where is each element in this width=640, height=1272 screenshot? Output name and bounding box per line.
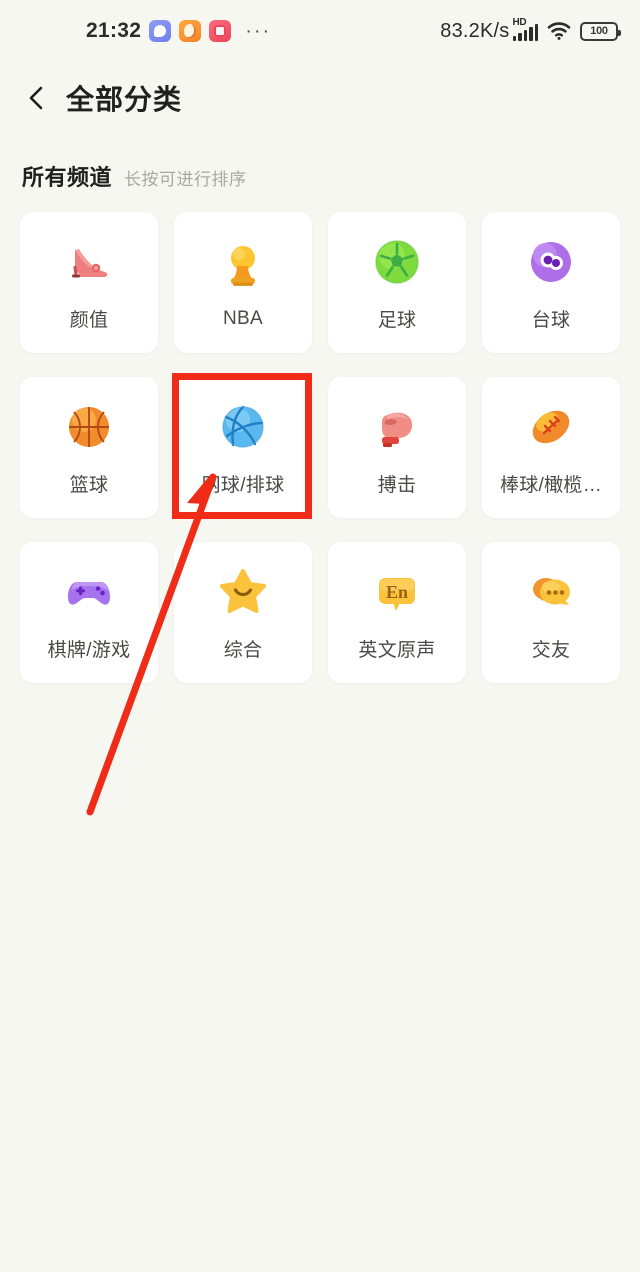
channel-label: 综合 (223, 640, 263, 661)
section-title: 所有频道 (22, 165, 113, 190)
social-app-icon (209, 20, 232, 42)
volleyball-icon (214, 398, 272, 456)
nav-bar: 全部分类 (0, 62, 640, 134)
channel-label: NBA (223, 307, 263, 329)
channel-yanzhi[interactable]: 颜值 (20, 212, 158, 353)
chat-bubbles-icon (522, 563, 580, 621)
channel-fighting[interactable]: 搏击 (328, 377, 466, 518)
back-chevron-icon[interactable] (22, 83, 52, 113)
wifi-icon (547, 22, 571, 40)
svg-text:En: En (386, 582, 408, 602)
channel-english-audio[interactable]: En 英文原声 (328, 542, 466, 683)
channel-friends[interactable]: 交友 (482, 542, 620, 683)
channel-label: 棒球/橄榄… (499, 475, 603, 496)
high-heel-icon (60, 233, 118, 291)
status-time: 21:32 (86, 19, 142, 42)
channel-label: 棋牌/游戏 (47, 640, 131, 661)
football-icon (522, 398, 580, 456)
trophy-icon (214, 236, 272, 294)
en-bubble-icon: En (368, 563, 426, 621)
status-bar-left: 21:32 ··· (86, 19, 271, 43)
channel-basketball[interactable]: 篮球 (20, 377, 158, 518)
star-smile-icon (214, 563, 272, 621)
basketball-icon (60, 398, 118, 456)
channel-tennis-volleyball[interactable]: 网球/排球 (174, 377, 312, 518)
section-header: 所有频道 长按可进行排序 (22, 160, 247, 192)
channel-football[interactable]: 足球 (328, 212, 466, 353)
channel-label: 英文原声 (358, 640, 436, 661)
channel-general[interactable]: 综合 (174, 542, 312, 683)
battery-level-label: 100 (590, 25, 608, 37)
channel-billiards[interactable]: 台球 (482, 212, 620, 353)
channel-nba[interactable]: NBA (174, 212, 312, 353)
channel-label: 台球 (531, 310, 571, 331)
channel-grid: 颜值 NBA 足球 台球 篮球 网球/排球 搏击 棒球/橄榄… 棋牌/游戏 综合… (20, 212, 620, 683)
soccer-ball-icon (368, 233, 426, 291)
channel-label: 篮球 (69, 475, 109, 496)
billiard-ball-icon (522, 233, 580, 291)
hd-label: HD (512, 17, 527, 28)
status-bar-right: 83.2K/s HD 100 (440, 17, 621, 43)
battery-icon: 100 (580, 21, 621, 41)
page-title: 全部分类 (66, 84, 183, 115)
signal-bars-icon: HD (512, 17, 538, 41)
channel-baseball-rugby[interactable]: 棒球/橄榄… (482, 377, 620, 518)
channel-chess-games[interactable]: 棋牌/游戏 (20, 542, 158, 683)
network-speed-label: 83.2K/s (440, 19, 510, 42)
bird-app-icon (179, 20, 202, 42)
status-bar: 21:32 ··· 83.2K/s HD 100 (0, 0, 640, 62)
channel-label: 网球/排球 (201, 475, 285, 496)
overflow-dots-icon: ··· (245, 20, 272, 42)
channel-label: 颜值 (69, 310, 109, 331)
messenger-app-icon (149, 20, 172, 42)
channel-label: 交友 (531, 640, 571, 661)
channel-label: 足球 (377, 310, 417, 331)
gamepad-icon (60, 563, 118, 621)
channel-label: 搏击 (377, 475, 417, 496)
boxing-glove-icon (368, 398, 426, 456)
section-hint: 长按可进行排序 (124, 170, 247, 189)
